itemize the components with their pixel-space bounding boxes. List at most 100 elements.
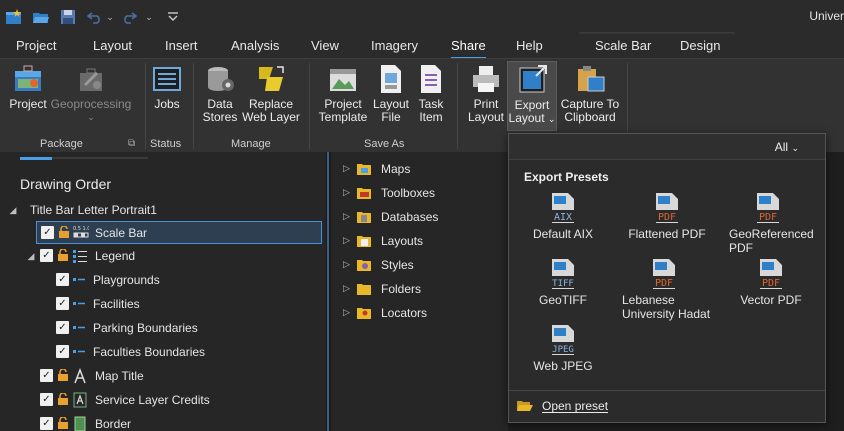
toolboxes-folder-icon [356,185,372,204]
preset-vector-pdf[interactable]: PDF Vector PDF [725,258,817,307]
tree-row-legend-item[interactable]: ✓ Facilities [0,293,326,315]
jobs-button[interactable]: Jobs [148,63,186,111]
databases-folder-icon [356,209,372,228]
preset-web-jpeg[interactable]: JPEG Web JPEG [523,324,603,373]
preset-label: GeoReferenced [729,227,814,241]
preset-filter-dropdown[interactable]: All ⌄ [775,140,799,154]
preset-default-aix[interactable]: AIX Default AIX [523,192,603,241]
geoprocessing-label: Geoprocessing [50,97,132,111]
tree-row-label: Facilities [93,297,140,311]
preset-flattened-pdf[interactable]: PDF Flattened PDF [621,192,713,241]
legend-item-icon [72,296,88,312]
tab-layout[interactable]: Layout [93,38,132,53]
open-preset-button[interactable]: Open preset [516,399,608,413]
redo-icon[interactable] [120,6,138,28]
tree-row-border[interactable]: ✓ Border [0,413,326,431]
catalog-item-label: Layouts [381,234,424,248]
pdf-file-icon: PDF [650,259,678,289]
tree-row-map-title[interactable]: ✓ Map Title [0,365,326,387]
visibility-checkbox[interactable]: ✓ [40,369,53,382]
tab-analysis[interactable]: Analysis [231,38,279,53]
print-layout-button[interactable]: Print Layout [465,63,507,124]
lock-icon[interactable] [58,225,70,238]
data-stores-button[interactable]: Data Stores [200,63,240,124]
layout-file-button[interactable]: Layout File [370,63,412,124]
tree-row-legend-item[interactable]: ✓ Playgrounds [0,269,326,291]
expand-arrow-icon[interactable]: ▷ [343,235,350,246]
dropdown-filter-bar: All ⌄ [509,134,825,160]
task-item-button[interactable]: Task Item [414,63,448,124]
lock-icon[interactable] [57,368,69,381]
customize-qat-icon[interactable] [165,6,181,28]
tree-row-legend-item[interactable]: ✓ Parking Boundaries [0,317,326,339]
catalog-item-label: Locators [381,306,428,320]
tree-row-scale-bar[interactable]: ✓ 0.5 1.0 Scale Bar [36,221,322,244]
tree-row-layout-root[interactable]: ◢ Title Bar Letter Portrait1 [0,199,326,221]
tab-help[interactable]: Help [516,38,543,53]
replace-web-layer-button[interactable]: Replace Web Layer [241,63,301,124]
ribbon-separator [309,63,310,149]
collapse-arrow-icon[interactable]: ◢ [8,205,18,215]
manage-group-label: Manage [231,138,271,150]
replace-web-layer-icon [255,63,287,95]
package-project-button[interactable]: Project [6,63,50,111]
tree-row-legend-item[interactable]: ✓ Faculties Boundaries [0,341,326,363]
svg-text:PDF: PDF [655,278,673,289]
geoprocessing-dropdown-icon: ⌄ [87,112,95,122]
tree-row-legend[interactable]: ◢ ✓ Legend [0,245,326,267]
tab-project[interactable]: Project [16,38,56,53]
tab-design[interactable]: Design [680,38,720,53]
project-template-button[interactable]: Project Template [317,63,369,124]
open-project-icon[interactable] [30,6,52,28]
redo-dropdown-icon[interactable]: ⌄ [144,6,154,28]
preset-lebanese-university-hadat[interactable]: PDF Lebanese University Hadat [619,258,715,321]
visibility-checkbox[interactable]: ✓ [56,321,69,334]
export-layout-icon [516,64,548,96]
lock-icon[interactable] [57,416,69,429]
capture-to-clipboard-button[interactable]: Capture To Clipboard [560,63,620,124]
tree-row-label: Title Bar Letter Portrait1 [30,203,157,217]
svg-text:PDF: PDF [762,278,780,289]
expand-arrow-icon[interactable]: ▷ [343,163,350,174]
project-template-icon [327,63,359,95]
tab-view[interactable]: View [311,38,339,53]
contents-view-tabs[interactable] [20,157,148,160]
preset-geotiff[interactable]: TIFF GeoTIFF [523,258,603,307]
package-geoprocessing-button[interactable]: Geoprocessing ⌄ [50,63,132,124]
package-launcher-icon[interactable]: ⧉ [128,138,135,149]
tab-share[interactable]: Share [451,38,486,59]
lock-icon[interactable] [57,248,69,261]
preset-label-line2: University Hadat [622,307,711,321]
catalog-pane: ▷ Maps ▷ Toolboxes ▷ Databases ▷ Layouts… [331,152,508,431]
tree-row-service-layer-credits[interactable]: ✓ Service Layer Credits [0,389,326,411]
visibility-checkbox[interactable]: ✓ [40,417,53,430]
export-layout-button[interactable]: Export Layout ⌄ [507,61,557,131]
visibility-checkbox[interactable]: ✓ [56,345,69,358]
visibility-checkbox[interactable]: ✓ [41,226,54,239]
lock-icon[interactable] [57,392,69,405]
legend-item-icon [72,344,88,360]
undo-dropdown-icon[interactable]: ⌄ [105,6,115,28]
collapse-arrow-icon[interactable]: ◢ [26,251,36,261]
tab-scale-bar[interactable]: Scale Bar [595,38,651,53]
visibility-checkbox[interactable]: ✓ [40,249,53,262]
visibility-checkbox[interactable]: ✓ [56,273,69,286]
expand-arrow-icon[interactable]: ▷ [343,211,350,222]
legend-item-icon [72,320,88,336]
save-project-icon[interactable] [57,6,79,28]
tab-insert[interactable]: Insert [165,38,198,53]
tab-imagery[interactable]: Imagery [371,38,418,53]
expand-arrow-icon[interactable]: ▷ [343,283,350,294]
visibility-checkbox[interactable]: ✓ [40,393,53,406]
svg-text:AIX: AIX [554,212,572,223]
preset-georeferenced-pdf[interactable]: PDF GeoReferenced PDF [723,192,819,255]
title-bar: ⌄ ⌄ Univer [0,0,844,34]
tree-row-label: Parking Boundaries [93,321,198,335]
visibility-checkbox[interactable]: ✓ [56,297,69,310]
pdf-file-icon: PDF [653,193,681,223]
undo-icon[interactable] [86,6,104,28]
expand-arrow-icon[interactable]: ▷ [343,307,350,318]
expand-arrow-icon[interactable]: ▷ [343,187,350,198]
expand-arrow-icon[interactable]: ▷ [343,259,350,270]
new-project-icon[interactable] [3,6,25,28]
